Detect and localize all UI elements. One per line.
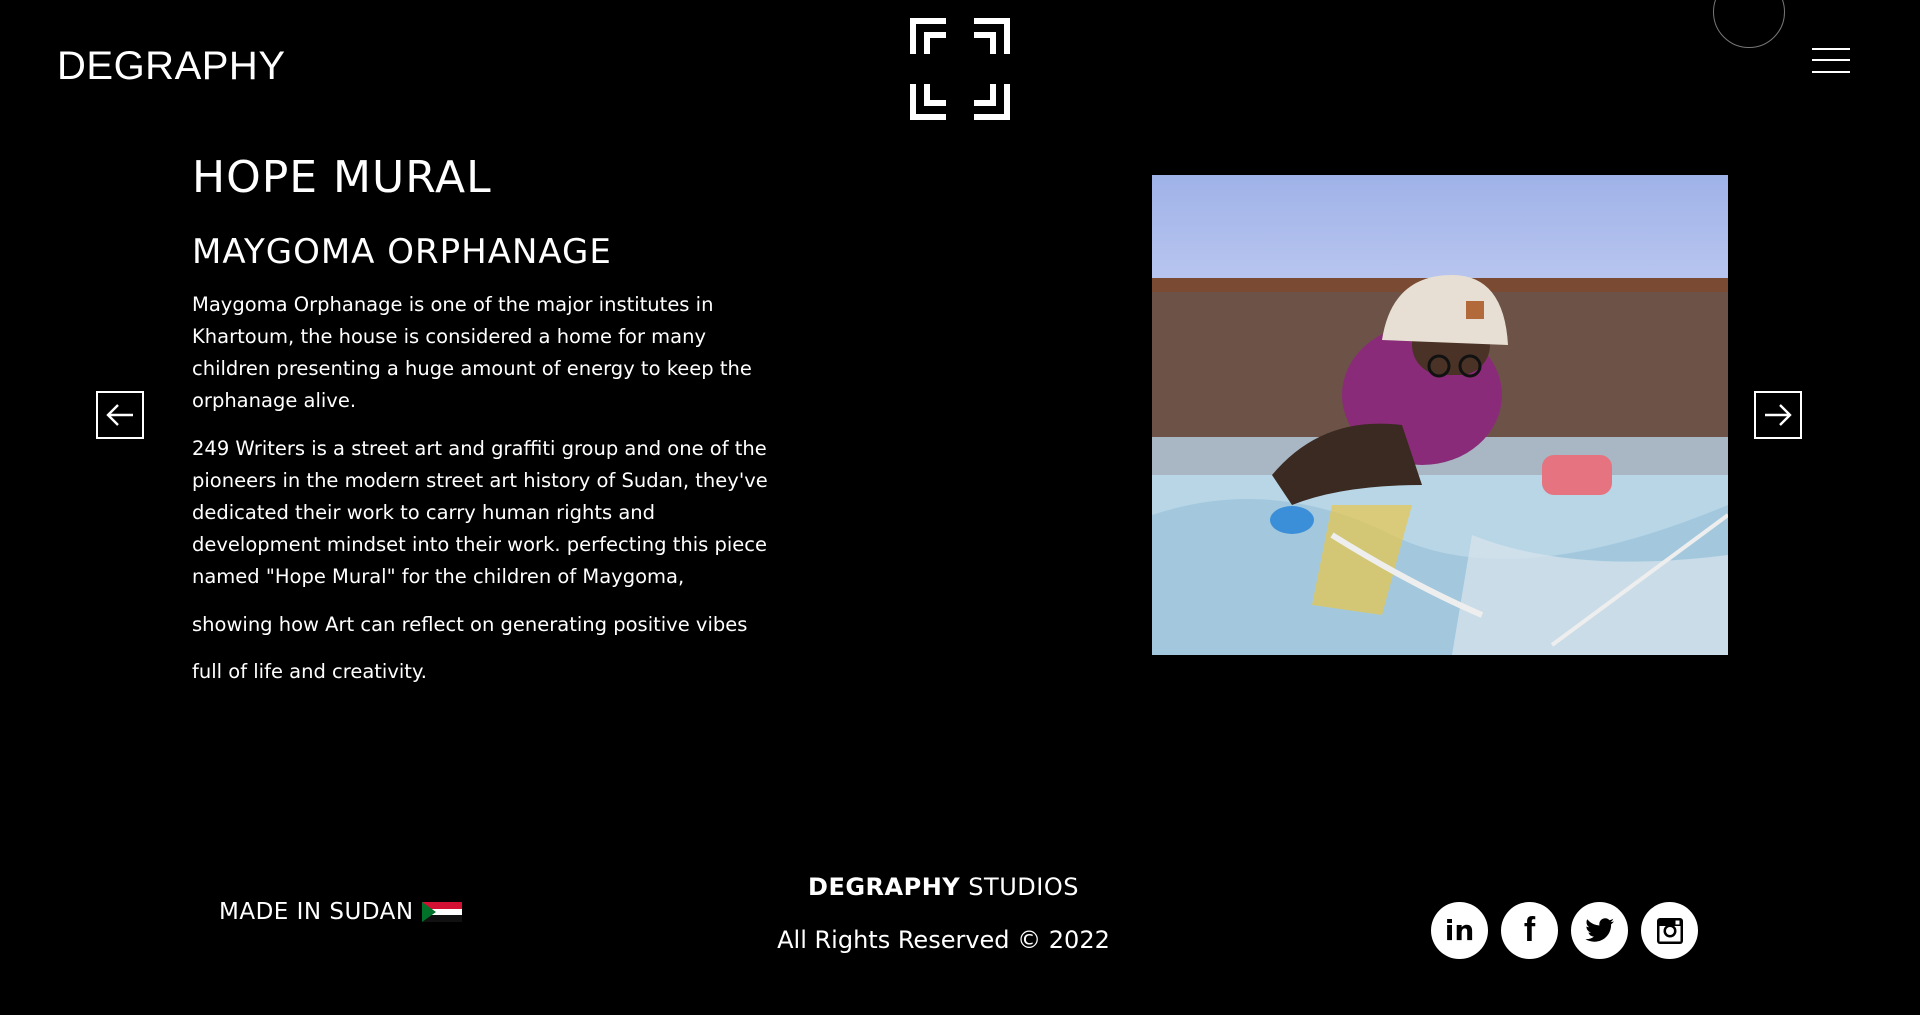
arrow-left-icon <box>106 404 133 426</box>
next-slide-button[interactable] <box>1754 391 1802 439</box>
brand-logo-text[interactable]: DEGRAPHY <box>57 44 286 89</box>
linkedin-icon[interactable]: in <box>1431 902 1488 959</box>
studio-name-bold: DEGRAPHY <box>808 873 961 901</box>
cursor-ring <box>1713 0 1785 48</box>
project-description: Maygoma Orphanage is one of the major in… <box>192 289 782 703</box>
project-title: HOPE MURAL <box>192 152 492 203</box>
description-paragraph: Maygoma Orphanage is one of the major in… <box>192 293 752 412</box>
arrow-right-icon <box>1765 404 1792 426</box>
bracket-squares-logo[interactable] <box>910 18 1010 120</box>
project-photo <box>1152 175 1728 655</box>
previous-slide-button[interactable] <box>96 391 144 439</box>
made-in-label: MADE IN SUDAN <box>219 899 414 925</box>
social-links: in f <box>1431 902 1698 959</box>
facebook-icon[interactable]: f <box>1501 902 1558 959</box>
description-line: full of life and creativity. <box>192 660 427 683</box>
studio-name: DEGRAPHY STUDIOS <box>740 868 1147 906</box>
footer-credits: DEGRAPHY STUDIOS All Rights Reserved © 2… <box>740 868 1147 959</box>
sudan-flag-icon <box>421 902 462 922</box>
description-line: showing how Art can reflect on generatin… <box>192 613 748 636</box>
studio-name-rest: STUDIOS <box>968 873 1079 901</box>
made-in-sudan: MADE IN SUDAN <box>219 899 462 925</box>
copyright-text: All Rights Reserved © 2022 <box>777 926 1110 954</box>
instagram-icon[interactable] <box>1641 902 1698 959</box>
hamburger-menu-icon[interactable] <box>1812 46 1850 76</box>
project-subtitle: MAYGOMA ORPHANAGE <box>192 232 612 272</box>
twitter-icon[interactable] <box>1571 902 1628 959</box>
description-paragraph: 249 Writers is a street art and graffiti… <box>192 437 768 588</box>
